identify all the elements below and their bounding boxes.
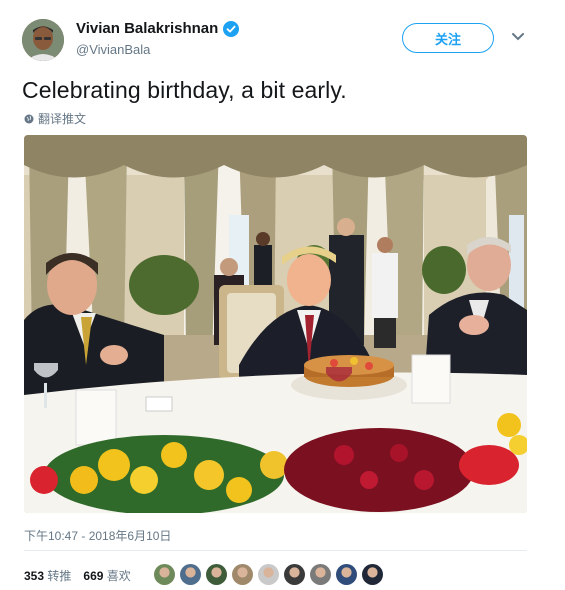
globe-icon — [24, 114, 34, 123]
divider — [24, 550, 527, 551]
verified-badge-icon — [223, 20, 240, 37]
likes-stat[interactable]: 669 喜欢 — [83, 567, 130, 584]
liker-avatar-1[interactable] — [154, 564, 175, 585]
tweet-text: Celebrating birthday, a bit early. — [22, 77, 347, 103]
tweet-stats: 353 转推 669 喜欢 — [24, 567, 131, 584]
liker-avatar-9[interactable] — [362, 564, 383, 585]
tweet-photo[interactable] — [24, 135, 527, 513]
liker-avatar-6[interactable] — [284, 564, 305, 585]
user-handle[interactable]: @VivianBala — [76, 42, 239, 57]
liker-avatar-2[interactable] — [180, 564, 201, 585]
retweets-count: 353 — [24, 569, 45, 583]
retweets-stat[interactable]: 353 转推 — [24, 567, 71, 584]
retweets-label: 转推 — [47, 569, 72, 583]
chevron-down-icon[interactable] — [511, 32, 525, 42]
liker-avatar-4[interactable] — [232, 564, 253, 585]
photo-image — [24, 135, 527, 513]
translate-tweet-link[interactable]: 翻译推文 — [24, 110, 86, 127]
translate-label: 翻译推文 — [38, 112, 87, 126]
tweet-timestamp[interactable]: 下午10:47 - 2018年6月10日 — [24, 527, 171, 544]
liker-avatar-3[interactable] — [206, 564, 227, 585]
avatar-image — [22, 19, 64, 61]
liker-avatar-7[interactable] — [310, 564, 331, 585]
user-info: Vivian Balakrishnan @VivianBala — [76, 20, 240, 57]
follow-button[interactable]: 关注 — [402, 23, 494, 53]
liker-avatar-5[interactable] — [258, 564, 279, 585]
likes-count: 669 — [83, 569, 104, 583]
likes-label: 喜欢 — [106, 569, 131, 583]
avatar[interactable] — [22, 19, 64, 61]
tweet-card: Vivian Balakrishnan @VivianBala 关注 Celeb… — [0, 0, 565, 590]
liker-avatar-8[interactable] — [336, 564, 357, 585]
display-name[interactable]: Vivian Balakrishnan — [76, 20, 218, 37]
liker-avatars — [154, 564, 383, 585]
